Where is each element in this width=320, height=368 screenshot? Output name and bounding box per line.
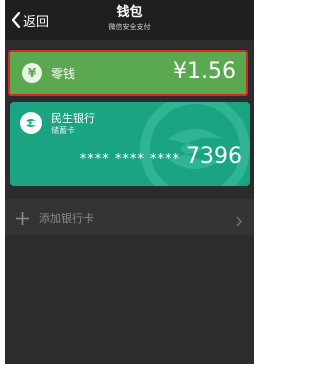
card-type: 储蓄卡 bbox=[51, 126, 75, 135]
change-balance-card[interactable]: ¥ 零钱 ¥1.56 bbox=[8, 50, 248, 96]
card-last-four: 7396 bbox=[186, 144, 242, 169]
yen-icon: ¥ bbox=[22, 63, 42, 83]
page-subtitle: 微信安全支付 bbox=[108, 23, 151, 31]
yen-symbol: ¥ bbox=[27, 66, 37, 80]
change-label: 零钱 bbox=[51, 67, 76, 81]
plus-icon bbox=[16, 210, 29, 229]
add-bank-card-label: 添加银行卡 bbox=[39, 212, 94, 225]
add-bank-card-button[interactable]: 添加银行卡 bbox=[5, 199, 254, 235]
card-number: **** **** **** 7396 bbox=[80, 144, 242, 169]
cmbc-bank-logo-icon bbox=[20, 112, 42, 134]
chevron-right-icon bbox=[236, 212, 243, 231]
bank-card[interactable]: 民生银行 储蓄卡 **** **** **** 7396 bbox=[10, 102, 250, 186]
change-amount: ¥1.56 bbox=[173, 59, 236, 84]
bank-name: 民生银行 bbox=[51, 112, 95, 125]
wallet-screen: 返回 钱包 微信安全支付 ¥ 零钱 ¥1.56 民生银行 储蓄卡 **** **… bbox=[5, 0, 254, 364]
page-title-group: 钱包 微信安全支付 bbox=[5, 5, 254, 32]
page-title: 钱包 bbox=[116, 5, 143, 20]
card-number-mask: **** **** **** bbox=[79, 152, 180, 167]
nav-bar: 返回 钱包 微信安全支付 bbox=[5, 0, 254, 40]
